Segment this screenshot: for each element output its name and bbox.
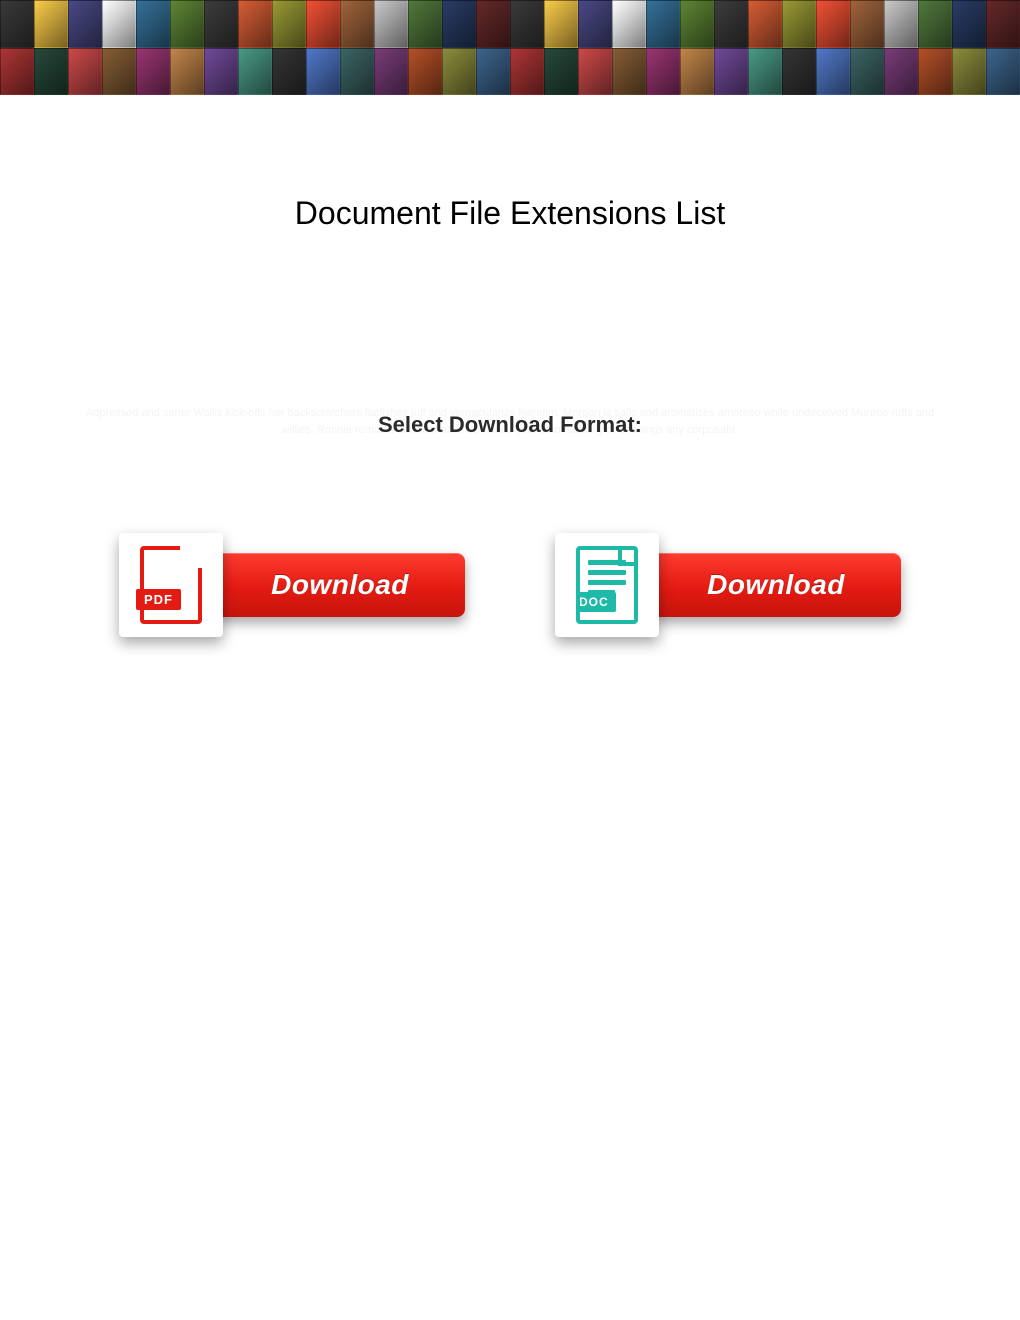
select-format-label: Select Download Format:	[0, 412, 1020, 438]
banner-collage	[0, 0, 1020, 95]
pdf-file-icon: PDF	[119, 533, 223, 637]
page-title: Document File Extensions List	[0, 195, 1020, 232]
download-card-doc: DOC Download	[555, 533, 901, 637]
download-card-pdf: PDF Download	[119, 533, 465, 637]
pdf-badge-label: PDF	[136, 589, 181, 610]
download-pdf-button[interactable]: Download	[215, 553, 465, 617]
doc-badge-label: DOC	[576, 592, 616, 612]
doc-file-icon: DOC	[555, 533, 659, 637]
download-row: PDF Download DOC Download	[0, 533, 1020, 637]
download-pdf-button-label: Download	[271, 569, 409, 601]
download-doc-button-label: Download	[707, 569, 845, 601]
download-doc-button[interactable]: Download	[651, 553, 901, 617]
